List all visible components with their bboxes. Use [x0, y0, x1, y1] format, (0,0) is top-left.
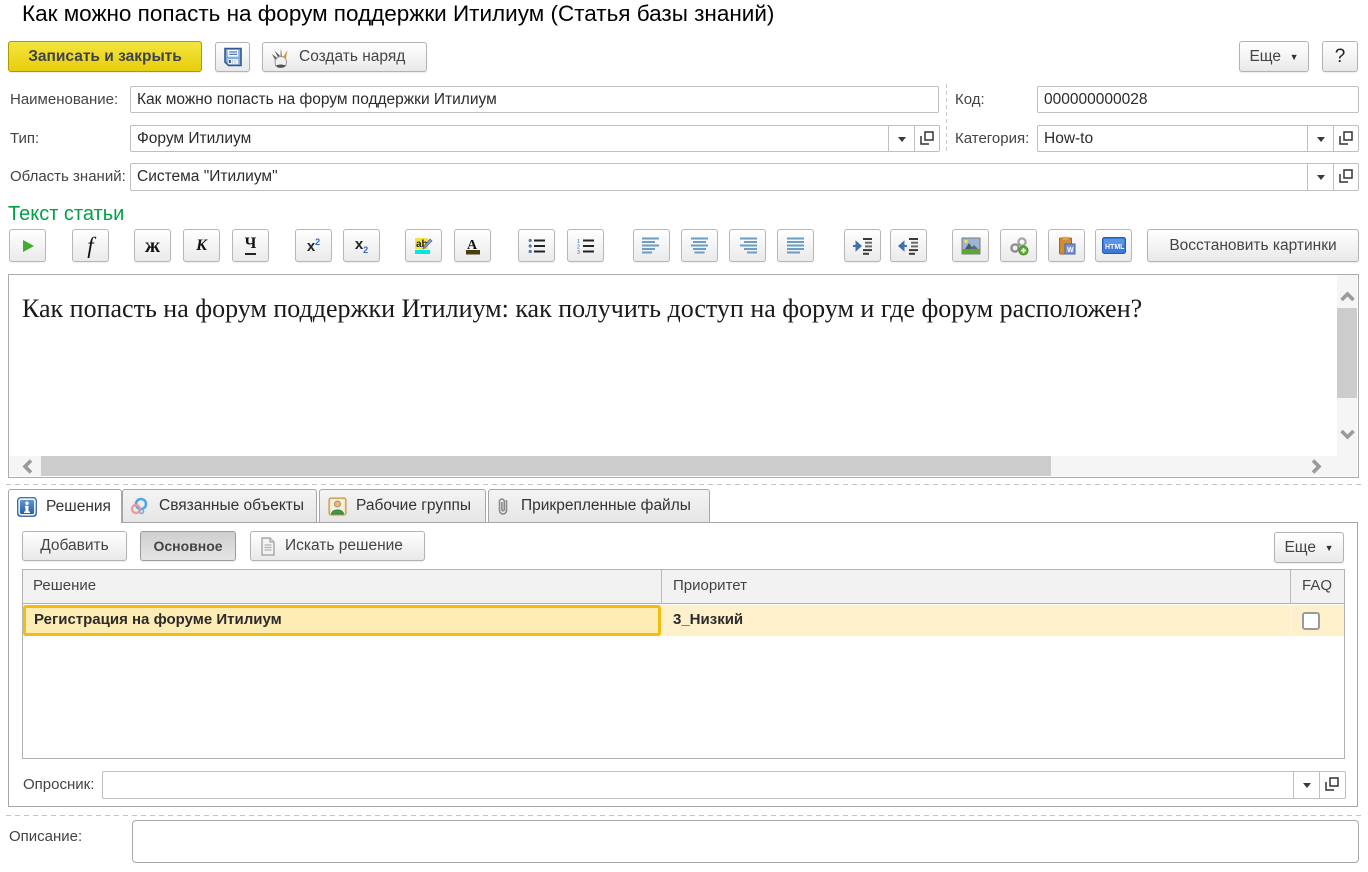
- svg-text:3: 3: [577, 250, 580, 254]
- svg-text:HTML: HTML: [1105, 244, 1125, 251]
- svg-text:W: W: [1067, 247, 1074, 254]
